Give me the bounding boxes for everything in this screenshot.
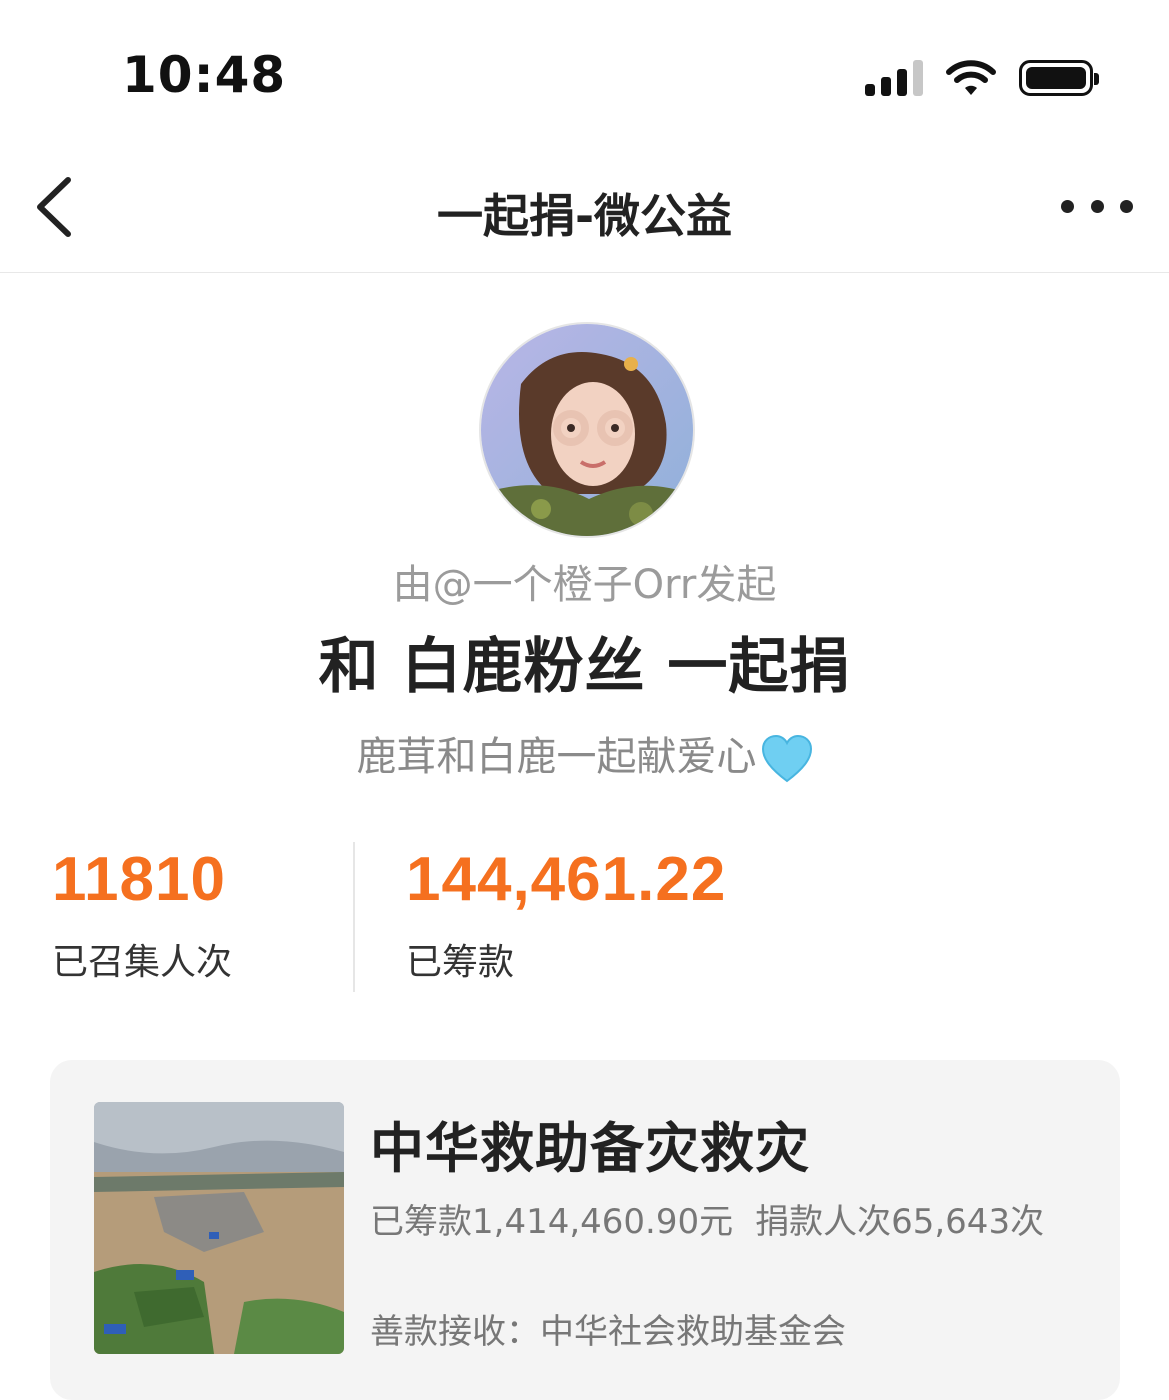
signal-icon (865, 60, 923, 96)
project-donors: 捐款人次65,643次 (755, 1202, 1045, 1242)
project-image (94, 1102, 344, 1354)
status-icons (865, 56, 1099, 100)
project-stats: 已筹款1,414,460.90元 捐款人次65,643次 (370, 1194, 1044, 1243)
participants-value: 11810 (52, 845, 226, 914)
status-bar: 10:48 (0, 0, 1169, 140)
page-title: 一起捐-微公益 (436, 189, 733, 243)
navigation-bar: 一起捐-微公益 (0, 140, 1169, 273)
avatar-photo (481, 324, 693, 536)
project-raised: 已筹款1,414,460.90元 (370, 1202, 734, 1242)
project-card[interactable]: 中华救助备灾救灾 已筹款1,414,460.90元 捐款人次65,643次 善款接… (50, 1060, 1120, 1400)
status-time: 10:48 (122, 46, 287, 104)
stat-raised: 144,461.22 已筹款 (406, 844, 726, 985)
initiator-text: 由@一个橙子Orr发起 (392, 562, 777, 608)
raised-value: 144,461.22 (406, 845, 727, 914)
raised-label: 已筹款 (406, 942, 515, 983)
stat-participants: 11810 已召集人次 (52, 844, 232, 985)
avatar[interactable] (479, 322, 695, 538)
stat-divider (353, 842, 355, 992)
wifi-icon (946, 60, 996, 95)
participants-label: 已召集人次 (52, 942, 233, 983)
campaign-subline-text: 鹿茸和白鹿一起献爱心 (356, 734, 757, 780)
project-recipient: 善款接收：中华社会救助基金会 (370, 1312, 846, 1352)
light-blue-heart-icon (761, 735, 812, 783)
more-dots-icon[interactable] (1061, 188, 1133, 224)
project-title: 中华救助备灾救灾 (370, 1117, 810, 1180)
campaign-headline: 和 白鹿粉丝 一起捐 (318, 632, 851, 702)
campaign-subline: 鹿茸和白鹿一起献爱心 (0, 724, 1169, 783)
battery-icon (1019, 60, 1099, 96)
